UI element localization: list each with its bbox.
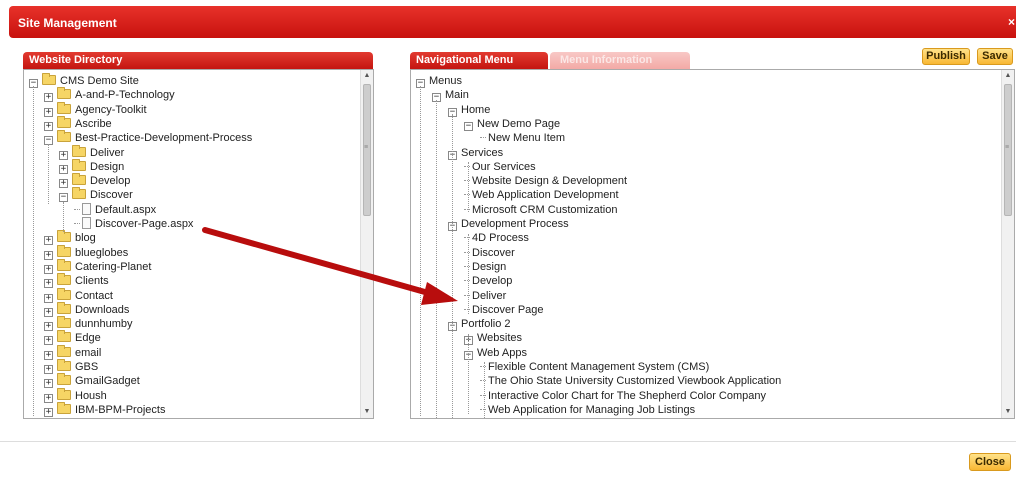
drag-arrow-annotation [202, 227, 458, 305]
footer-divider [0, 441, 1016, 442]
close-button[interactable]: Close [969, 453, 1011, 471]
